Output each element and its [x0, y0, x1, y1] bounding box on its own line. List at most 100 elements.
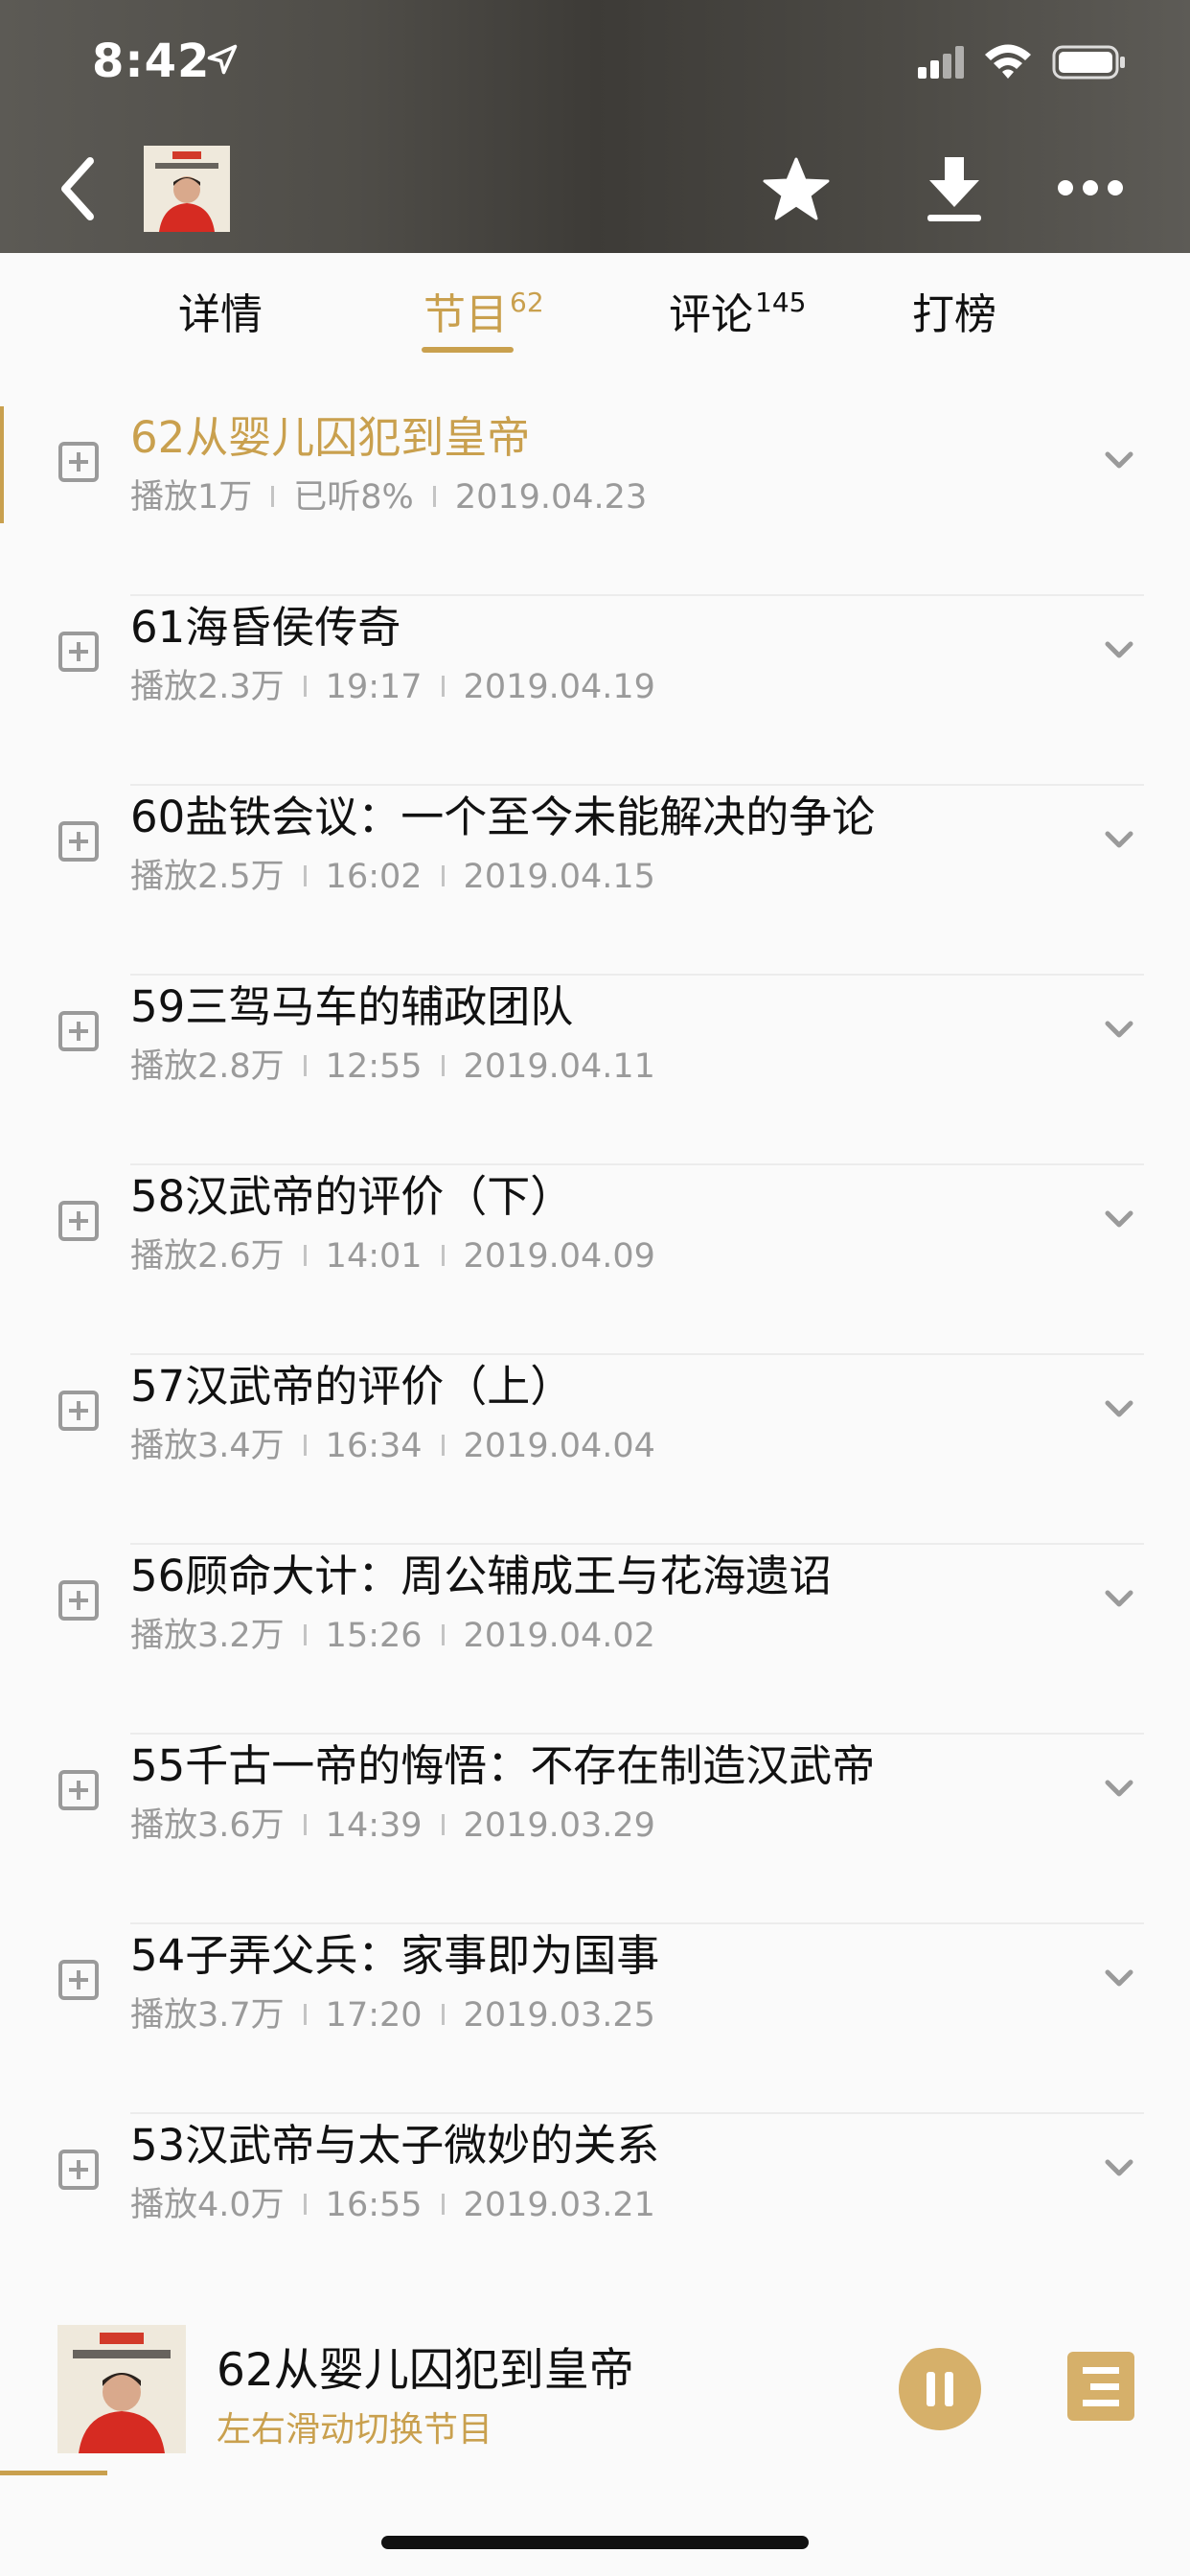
episode-meta: 播放2.5万 16:02 2019.04.15 — [130, 849, 655, 898]
episode-row[interactable]: 53汉武帝与太子微妙的关系 播放4.0万 16:55 2019.03.21 — [0, 2114, 1190, 2304]
now-playing-indicator — [0, 406, 4, 523]
player-album-cover[interactable] — [57, 2325, 186, 2453]
download-icon[interactable] — [926, 157, 983, 222]
pause-icon[interactable] — [899, 2348, 981, 2430]
meta-separator — [441, 1245, 445, 1266]
tab-details[interactable]: 详情 — [178, 280, 263, 341]
episode-duration: 17:20 — [325, 1996, 423, 2035]
episode-meta: 播放3.2万 15:26 2019.04.02 — [130, 1608, 655, 1657]
episode-row[interactable]: 61海昏侯传奇 播放2.3万 19:17 2019.04.19 — [0, 596, 1190, 786]
album-cover-thumbnail[interactable] — [144, 146, 230, 232]
tab-comments[interactable]: 评论145 — [669, 280, 806, 341]
add-to-playlist-icon[interactable] — [57, 1200, 100, 1242]
episode-plays: 播放3.6万 — [130, 1806, 285, 1845]
meta-separator — [432, 486, 436, 507]
add-to-playlist-icon[interactable] — [57, 2149, 100, 2191]
episode-row[interactable]: 60盐铁会议：一个至今未能解决的争论 播放2.5万 16:02 2019.04.15 — [0, 786, 1190, 976]
add-to-playlist-icon[interactable] — [57, 1579, 100, 1622]
tab-episodes[interactable]: 节目62 — [423, 280, 544, 341]
episode-title: 53汉武帝与太子微妙的关系 — [130, 2120, 660, 2171]
active-tab-indicator — [422, 347, 514, 353]
episode-row[interactable]: 56顾命大计：周公辅成王与花海遗诏 播放3.2万 15:26 2019.04.02 — [0, 1545, 1190, 1735]
episode-title: 62从婴儿囚犯到皇帝 — [130, 412, 531, 463]
cellular-signal-icon — [918, 46, 964, 79]
episode-row[interactable]: 54子弄父兵：家事即为国事 播放3.7万 17:20 2019.03.25 — [0, 1924, 1190, 2114]
back-chevron-icon[interactable] — [56, 155, 98, 222]
chevron-down-icon[interactable] — [1102, 1966, 1136, 1991]
add-to-playlist-icon[interactable] — [57, 631, 100, 673]
add-to-playlist-icon[interactable] — [57, 1959, 100, 2001]
episode-duration: 12:55 — [325, 1047, 423, 1086]
meta-separator — [441, 2004, 445, 2025]
episode-meta: 播放2.6万 14:01 2019.04.09 — [130, 1229, 655, 1277]
episode-title: 56顾命大计：周公辅成王与花海遗诏 — [130, 1551, 833, 1601]
meta-separator — [303, 1435, 307, 1456]
add-to-playlist-icon[interactable] — [57, 441, 100, 483]
add-to-playlist-icon[interactable] — [57, 1390, 100, 1432]
more-options-icon[interactable] — [1056, 174, 1125, 201]
episode-date: 2019.04.23 — [454, 478, 648, 517]
chevron-down-icon[interactable] — [1102, 1397, 1136, 1422]
episode-row[interactable]: 58汉武帝的评价（下） 播放2.6万 14:01 2019.04.09 — [0, 1165, 1190, 1355]
episode-row[interactable]: 59三驾马车的辅政团队 播放2.8万 12:55 2019.04.11 — [0, 976, 1190, 1165]
chevron-down-icon[interactable] — [1102, 828, 1136, 853]
episode-duration: 14:01 — [325, 1237, 423, 1276]
episode-plays: 播放2.5万 — [130, 858, 285, 896]
episode-plays: 播放2.8万 — [130, 1047, 285, 1086]
player-title: 62从婴儿囚犯到皇帝 — [217, 2344, 634, 2397]
episode-date: 2019.04.02 — [463, 1617, 655, 1655]
episode-plays: 播放3.2万 — [130, 1617, 285, 1655]
meta-separator — [303, 1624, 307, 1645]
tab-episodes-label: 节目 — [423, 290, 508, 339]
episode-title: 58汉武帝的评价（下） — [130, 1171, 574, 1222]
chevron-down-icon[interactable] — [1102, 1587, 1136, 1612]
episode-date: 2019.04.09 — [463, 1237, 655, 1276]
location-arrow-icon — [207, 44, 238, 75]
episode-date: 2019.03.21 — [463, 2186, 655, 2224]
episode-date: 2019.04.15 — [463, 858, 655, 896]
episode-plays: 播放3.7万 — [130, 1996, 285, 2035]
player-subtitle: 左右滑动切换节目 — [217, 2410, 493, 2450]
header-bar: 8:42 — [0, 0, 1190, 253]
episode-duration: 15:26 — [325, 1617, 423, 1655]
battery-icon — [1052, 45, 1125, 80]
episode-list: 62从婴儿囚犯到皇帝 播放1万 已听8% 2019.04.23 61海昏侯传奇 播放… — [0, 406, 1190, 2304]
episode-meta: 播放3.6万 14:39 2019.03.29 — [130, 1798, 655, 1847]
tab-episodes-count: 62 — [510, 287, 544, 318]
episode-plays: 播放2.3万 — [130, 668, 285, 706]
episode-meta: 播放4.0万 16:55 2019.03.21 — [130, 2177, 655, 2226]
episode-plays: 播放1万 — [130, 478, 253, 517]
episode-title: 54子弄父兵：家事即为国事 — [130, 1930, 660, 1981]
chevron-down-icon[interactable] — [1102, 1208, 1136, 1232]
add-to-playlist-icon[interactable] — [57, 820, 100, 862]
playlist-icon[interactable] — [1067, 2352, 1134, 2421]
meta-separator — [441, 865, 445, 886]
add-to-playlist-icon[interactable] — [57, 1769, 100, 1811]
tab-comments-label: 评论 — [669, 290, 753, 339]
tab-ranking[interactable]: 打榜 — [912, 280, 996, 341]
episode-plays: 播放4.0万 — [130, 2186, 285, 2224]
chevron-down-icon[interactable] — [1102, 2156, 1136, 2181]
tab-details-label: 详情 — [178, 290, 263, 339]
meta-separator — [303, 2004, 307, 2025]
episode-row[interactable]: 57汉武帝的评价（上） 播放3.4万 16:34 2019.04.04 — [0, 1355, 1190, 1545]
chevron-down-icon[interactable] — [1102, 448, 1136, 473]
meta-separator — [441, 1624, 445, 1645]
playback-progress-bar — [0, 2471, 107, 2475]
episode-row[interactable]: 62从婴儿囚犯到皇帝 播放1万 已听8% 2019.04.23 — [0, 406, 1190, 596]
meta-separator — [441, 676, 445, 697]
home-indicator[interactable] — [381, 2536, 809, 2549]
tab-ranking-label: 打榜 — [912, 290, 996, 339]
episode-duration: 14:39 — [325, 1806, 423, 1845]
episode-progress: 已听8% — [293, 478, 414, 517]
meta-separator — [303, 2194, 307, 2215]
mini-player[interactable]: 62从婴儿囚犯到皇帝 左右滑动切换节目 — [0, 2296, 1190, 2478]
chevron-down-icon[interactable] — [1102, 1777, 1136, 1802]
episode-date: 2019.04.19 — [463, 668, 655, 706]
add-to-playlist-icon[interactable] — [57, 1010, 100, 1052]
chevron-down-icon[interactable] — [1102, 638, 1136, 663]
chevron-down-icon[interactable] — [1102, 1018, 1136, 1043]
favorite-star-icon[interactable] — [763, 157, 830, 220]
episode-title: 55千古一帝的悔悟：不存在制造汉武帝 — [130, 1740, 876, 1791]
episode-row[interactable]: 55千古一帝的悔悟：不存在制造汉武帝 播放3.6万 14:39 2019.03.29 — [0, 1735, 1190, 1924]
